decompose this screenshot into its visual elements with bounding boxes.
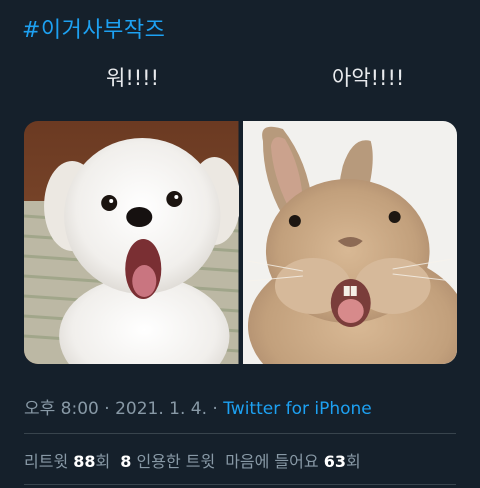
retweets-count: 88 [73, 452, 96, 471]
tweet-stats: 리트윗 88회 8 인용한 트윗 마음에 들어요 63회 [24, 448, 361, 472]
tweet-source-link[interactable]: Twitter for iPhone [223, 399, 372, 419]
likes-count: 63 [323, 452, 346, 471]
divider [24, 484, 456, 485]
retweets-label: 리트윗 [24, 452, 69, 471]
caption-right: 아악!!!! [332, 66, 405, 90]
likes-stat[interactable]: 마음에 들어요 63회 [225, 452, 361, 471]
meta-separator: · [207, 399, 224, 419]
rabbit-image [242, 121, 457, 364]
retweets-suffix: 회 [95, 452, 111, 471]
tweet-meta: 오후 8:00 · 2021. 1. 4. · Twitter for iPho… [24, 394, 372, 419]
quotes-count: 8 [120, 452, 132, 471]
hashtag-link[interactable]: #이거사부작즈 [22, 12, 165, 44]
rabbit-photo[interactable] [242, 121, 457, 364]
meta-separator: · [98, 399, 116, 419]
media-grid [24, 121, 457, 364]
quotes-stat[interactable]: 8 인용한 트윗 [120, 452, 215, 471]
puppy-photo[interactable] [24, 121, 239, 364]
tweet-date[interactable]: 2021. 1. 4. [115, 399, 207, 419]
likes-suffix: 회 [345, 452, 361, 471]
likes-label: 마음에 들어요 [225, 452, 319, 471]
quotes-label: 인용한 트윗 [136, 452, 216, 471]
retweets-stat[interactable]: 리트윗 88회 [24, 452, 110, 471]
tweet-time[interactable]: 오후 8:00 [24, 399, 99, 419]
puppy-image [24, 121, 239, 364]
divider [24, 433, 456, 434]
caption-left: 워!!!! [106, 66, 159, 90]
